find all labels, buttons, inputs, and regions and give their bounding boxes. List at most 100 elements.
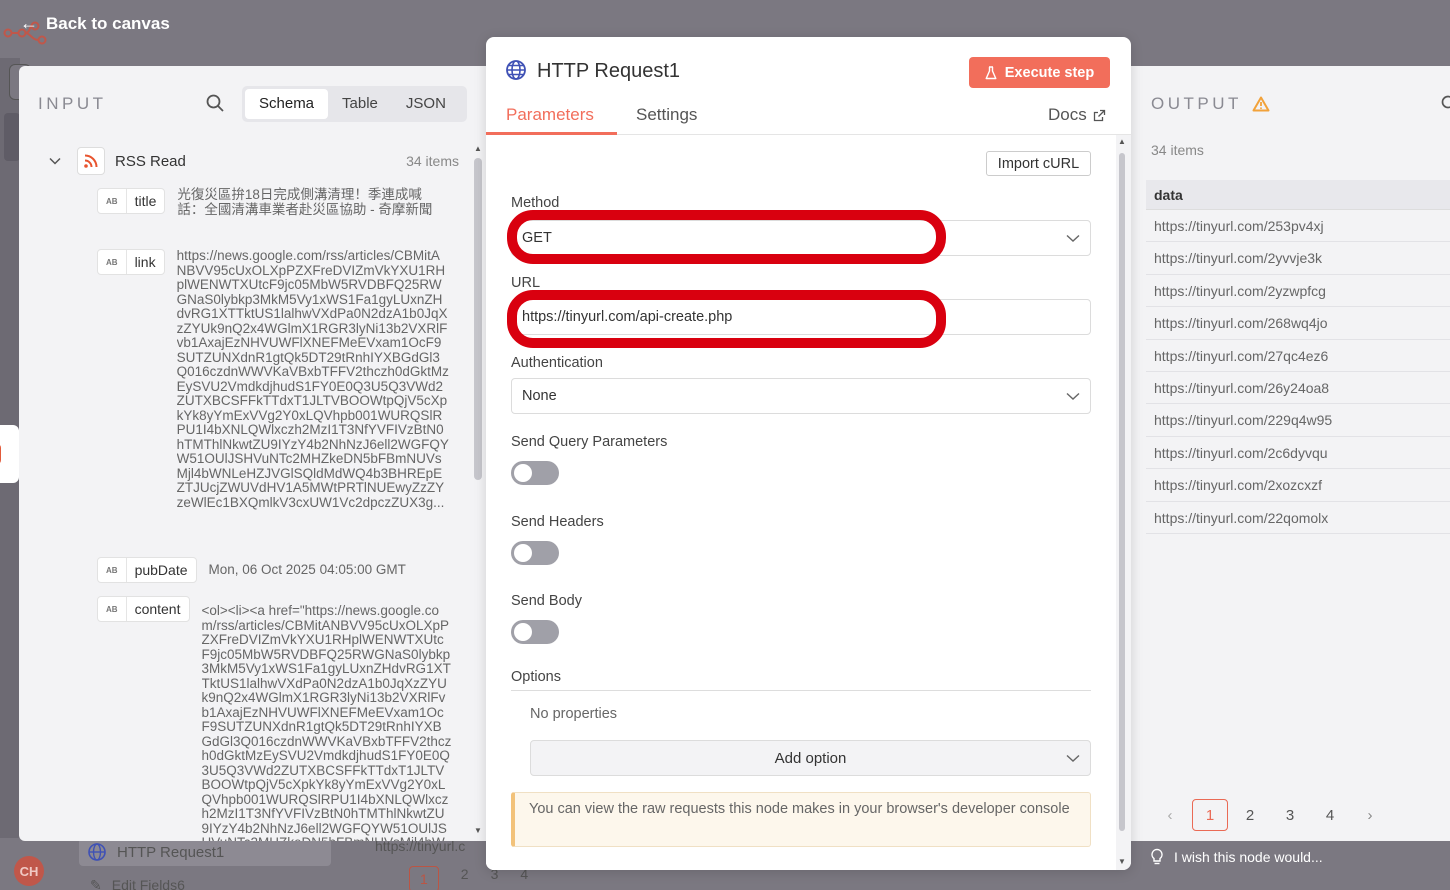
parameters-panel: Import cURL Method GET URL https://tinyu… bbox=[486, 135, 1116, 870]
table-row[interactable]: https://tinyurl.com/26y24oa8 bbox=[1146, 371, 1450, 405]
behind-node-label-2: Edit Fields6 bbox=[111, 877, 185, 890]
authentication-select[interactable]: None bbox=[511, 378, 1091, 414]
field-pill[interactable]: AB content bbox=[97, 596, 190, 622]
schema-field-pubdate: AB pubDate Mon, 06 Oct 2025 04:05:00 GMT bbox=[97, 557, 459, 583]
field-pill[interactable]: AB title bbox=[97, 188, 166, 214]
output-column-header[interactable]: data bbox=[1146, 180, 1450, 210]
node-settings-modal: HTTP Request1 Execute step Parameters Se… bbox=[486, 37, 1131, 870]
rail-active-item[interactable] bbox=[4, 113, 20, 161]
search-icon[interactable] bbox=[1440, 94, 1450, 112]
method-value: GET bbox=[522, 230, 552, 246]
field-value: https://news.google.com/rss/articles/CBM… bbox=[176, 249, 449, 510]
modal-scrollbar[interactable]: ▲ ▼ bbox=[1117, 137, 1127, 866]
scroll-down-icon[interactable]: ▼ bbox=[1118, 857, 1126, 866]
behind-node-item-edit[interactable]: ✎ Edit Fields6 bbox=[90, 877, 185, 890]
rss-icon bbox=[77, 147, 105, 175]
output-label: OUTPUT bbox=[1151, 94, 1242, 113]
behind-page-1[interactable]: 1 bbox=[409, 866, 439, 890]
string-type-icon: AB bbox=[98, 558, 127, 582]
pencil-icon: ✎ bbox=[90, 877, 102, 890]
chevron-down-icon bbox=[1066, 392, 1080, 400]
tab-json[interactable]: JSON bbox=[392, 89, 460, 119]
add-option-button[interactable]: Add option bbox=[530, 740, 1091, 776]
behind-node-label-1: HTTP Request1 bbox=[117, 843, 225, 861]
execute-step-label: Execute step bbox=[1004, 64, 1095, 81]
page-2[interactable]: 2 bbox=[1232, 799, 1268, 831]
input-view-tabs: Schema Table JSON bbox=[242, 86, 467, 122]
behind-page-2[interactable]: 2 bbox=[461, 866, 469, 890]
tab-parameters[interactable]: Parameters bbox=[506, 105, 594, 125]
chevron-down-icon bbox=[1066, 754, 1080, 762]
output-items-count: 34 items bbox=[1151, 142, 1204, 158]
rail-floating-handle[interactable] bbox=[0, 425, 19, 483]
page-3[interactable]: 3 bbox=[1272, 799, 1308, 831]
output-table: data https://tinyurl.com/253pv4xj https:… bbox=[1146, 180, 1450, 534]
input-panel: INPUT Schema Table JSON RSS Read 34 item… bbox=[19, 66, 489, 841]
scroll-up-icon[interactable]: ▲ bbox=[474, 144, 482, 153]
table-row[interactable]: https://tinyurl.com/2yzwpfcg bbox=[1146, 274, 1450, 308]
no-properties-text: No properties bbox=[530, 706, 618, 722]
add-option-label: Add option bbox=[774, 749, 847, 767]
tab-schema[interactable]: Schema bbox=[245, 89, 329, 119]
modal-body: Import cURL Method GET URL https://tinyu… bbox=[486, 135, 1131, 870]
chevron-down-icon bbox=[1066, 234, 1080, 242]
tab-table[interactable]: Table bbox=[328, 89, 392, 119]
table-row[interactable]: https://tinyurl.com/22qomolx bbox=[1146, 501, 1450, 534]
back-to-canvas-label: Back to canvas bbox=[46, 13, 170, 33]
feedback-label: I wish this node would... bbox=[1174, 849, 1323, 865]
behind-node-item-http[interactable]: HTTP Request1 bbox=[79, 838, 331, 866]
page-4[interactable]: 4 bbox=[1312, 799, 1348, 831]
table-row[interactable]: https://tinyurl.com/2xozcxzf bbox=[1146, 469, 1450, 502]
input-items-count: 34 items bbox=[406, 153, 459, 169]
page-1[interactable]: 1 bbox=[1192, 799, 1228, 831]
external-link-icon bbox=[1093, 109, 1105, 121]
table-row[interactable]: https://tinyurl.com/268wq4jo bbox=[1146, 307, 1450, 340]
method-select[interactable]: GET bbox=[511, 220, 1091, 256]
modal-scrollbar-thumb[interactable] bbox=[1119, 153, 1125, 831]
authentication-label: Authentication bbox=[511, 355, 603, 371]
output-panel-title: OUTPUT bbox=[1151, 94, 1270, 114]
table-row[interactable]: https://tinyurl.com/253pv4xj bbox=[1146, 210, 1450, 243]
url-value: https://tinyurl.com/api-create.php bbox=[522, 309, 733, 325]
execute-step-button[interactable]: Execute step bbox=[969, 57, 1110, 88]
chevron-down-icon[interactable] bbox=[49, 155, 61, 167]
field-value: <ol><li><a href="https://news.google.com… bbox=[201, 604, 452, 841]
output-panel: OUTPUT 34 items data https://tinyurl.com… bbox=[1130, 66, 1450, 841]
feedback-link[interactable]: I wish this node would... bbox=[1150, 848, 1323, 866]
send-query-label: Send Query Parameters bbox=[511, 434, 668, 450]
url-input[interactable]: https://tinyurl.com/api-create.php bbox=[511, 299, 1091, 335]
globe-icon bbox=[88, 843, 106, 861]
scroll-down-icon[interactable]: ▼ bbox=[474, 826, 482, 835]
send-query-toggle[interactable] bbox=[511, 461, 559, 485]
field-name: link bbox=[134, 254, 156, 270]
table-row[interactable]: https://tinyurl.com/2yvvje3k bbox=[1146, 242, 1450, 275]
output-pagination: ‹ 1 2 3 4 › bbox=[1152, 799, 1388, 831]
send-headers-toggle[interactable] bbox=[511, 541, 559, 565]
tab-settings[interactable]: Settings bbox=[636, 105, 697, 125]
schema-field-content: AB content <ol><li><a href="https://news.… bbox=[97, 596, 473, 841]
input-node-name: RSS Read bbox=[115, 152, 186, 170]
node-title[interactable]: HTTP Request1 bbox=[537, 60, 680, 83]
docs-link[interactable]: Docs bbox=[1048, 105, 1106, 125]
input-panel-title: INPUT bbox=[38, 94, 107, 113]
avatar[interactable]: CH bbox=[14, 856, 44, 886]
table-row[interactable]: https://tinyurl.com/2c6dyvqu bbox=[1146, 436, 1450, 470]
search-icon[interactable] bbox=[205, 93, 225, 113]
modal-header: HTTP Request1 Execute step Parameters Se… bbox=[486, 37, 1131, 135]
scroll-up-icon[interactable]: ▲ bbox=[1118, 137, 1126, 146]
field-pill[interactable]: AB pubDate bbox=[97, 557, 197, 583]
send-body-toggle[interactable] bbox=[511, 620, 559, 644]
field-pill[interactable]: AB link bbox=[97, 249, 165, 275]
table-row[interactable]: https://tinyurl.com/229q4w95 bbox=[1146, 404, 1450, 437]
prev-page-icon[interactable]: ‹ bbox=[1152, 799, 1188, 831]
arrow-left-icon: ← bbox=[20, 13, 38, 33]
input-scrollbar-thumb[interactable] bbox=[474, 158, 482, 480]
input-scrollbar[interactable]: ▲ ▼ bbox=[474, 144, 482, 836]
options-divider bbox=[511, 690, 1091, 691]
field-value: Mon, 06 Oct 2025 04:05:00 GMT bbox=[208, 562, 406, 577]
input-node-row[interactable]: RSS Read 34 items bbox=[49, 146, 459, 176]
import-curl-button[interactable]: Import cURL bbox=[986, 151, 1091, 176]
back-to-canvas-link[interactable]: ← Back to canvas bbox=[20, 13, 170, 34]
next-page-icon[interactable]: › bbox=[1352, 799, 1388, 831]
table-row[interactable]: https://tinyurl.com/27qc4ez6 bbox=[1146, 339, 1450, 372]
